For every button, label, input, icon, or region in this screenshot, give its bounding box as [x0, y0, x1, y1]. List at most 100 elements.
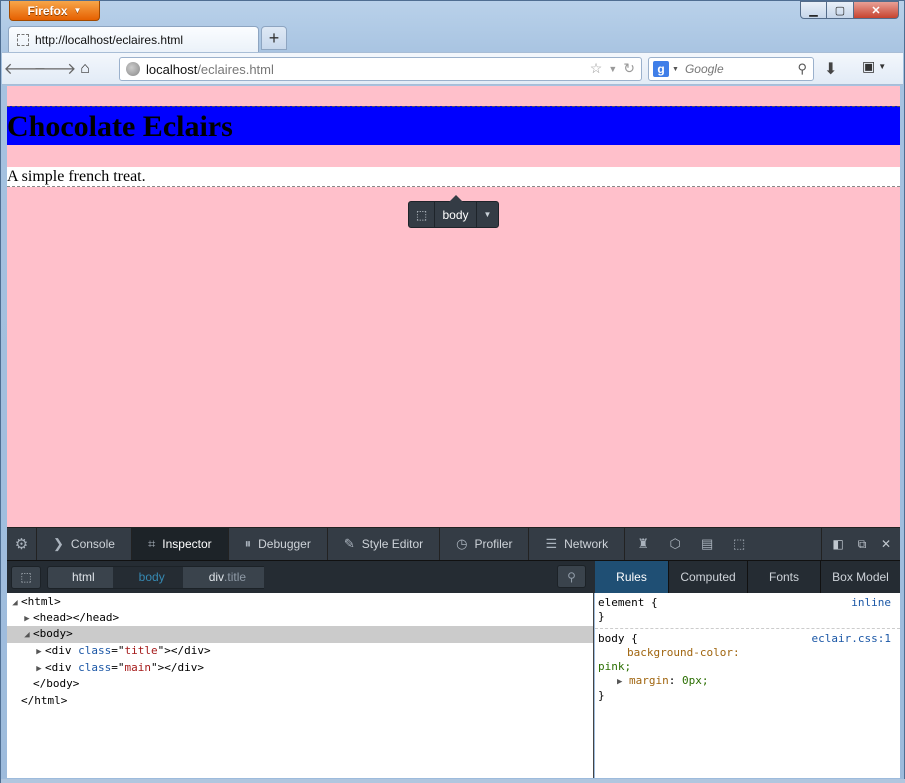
markup-attr: class: [78, 644, 112, 658]
breadcrumb: html body div .title: [47, 565, 265, 589]
gear-icon[interactable]: ⚙: [7, 528, 37, 560]
chevron-down-icon[interactable]: ▼: [476, 202, 498, 227]
style-editor-icon: ✎: [343, 536, 355, 551]
page-paragraph: A simple french treat.: [7, 168, 146, 185]
undock-window-icon[interactable]: ⧉: [852, 537, 872, 552]
node-picker-icon[interactable]: ⬚: [11, 565, 41, 589]
property-name[interactable]: margin: [629, 674, 669, 687]
markup-tag: </body>: [33, 677, 80, 691]
bookmark-star-icon[interactable]: ☆: [590, 60, 603, 78]
tab-fonts[interactable]: Fonts: [748, 561, 821, 593]
property-name[interactable]: background-color:: [627, 646, 740, 659]
dock-side-icon[interactable]: ◧: [828, 537, 848, 551]
tab-rules[interactable]: Rules: [595, 561, 669, 593]
globe-icon: [126, 62, 140, 76]
tab-inspector-label: Inspector: [162, 537, 212, 551]
close-devtools-icon[interactable]: ✕: [876, 537, 896, 551]
tab-network[interactable]: ☰ Network: [529, 528, 626, 560]
search-bar[interactable]: g ▼ Google ⚲: [648, 57, 814, 81]
property-value[interactable]: pink;: [598, 660, 631, 673]
markup-node-head[interactable]: ▶ <head></head>: [7, 610, 593, 627]
console-icon: ❯: [53, 536, 64, 551]
url-bar[interactable]: localhost /eclaires.html ☆ ▼ ↻: [119, 57, 642, 81]
markup-node-body[interactable]: ◢ <body>: [7, 626, 593, 644]
markup-node-html[interactable]: ◢ <html>: [7, 593, 593, 610]
search-icon[interactable]: ⚲: [557, 565, 586, 588]
google-engine-icon[interactable]: g: [653, 61, 669, 77]
breadcrumb-div-title[interactable]: div .title: [182, 565, 265, 589]
bookmarks-menu-button[interactable]: ▣ ▼: [862, 58, 886, 75]
firefox-menu-button[interactable]: Firefox ▼: [9, 1, 100, 21]
markup-tag: <body>: [33, 627, 73, 641]
paintflashing-broom-icon[interactable]: ♜: [627, 536, 659, 552]
browser-tab[interactable]: http://localhost/eclaires.html: [8, 26, 259, 53]
downloads-button[interactable]: ⬇: [824, 59, 837, 79]
tab-profiler-label: Profiler: [474, 537, 513, 551]
search-icon[interactable]: ⚲: [797, 61, 807, 77]
rule-source-link[interactable]: inline: [851, 596, 891, 610]
tab-profiler[interactable]: ◷ Profiler: [440, 528, 530, 560]
inspector-icon: ⌗: [147, 536, 156, 551]
tab-computed[interactable]: Computed: [669, 561, 748, 593]
main-div-highlight: A simple french treat.: [7, 167, 900, 187]
breadcrumb-body[interactable]: body: [112, 565, 183, 589]
rule-body: body { eclair.css:1 background-color: pi…: [595, 629, 900, 707]
rule-property-background[interactable]: background-color:: [598, 646, 897, 660]
rule-property-margin[interactable]: ▶ margin: 0px;: [598, 674, 897, 689]
close-button[interactable]: ✕: [854, 1, 899, 19]
plus-icon: +: [268, 27, 280, 48]
node-picker-icon[interactable]: ⬚: [409, 202, 435, 227]
twisty-closed-icon[interactable]: ▶: [617, 677, 622, 687]
twisty-open-icon[interactable]: ◢: [21, 627, 33, 644]
minimize-button[interactable]: ▁: [800, 1, 827, 19]
network-icon: ☰: [545, 536, 558, 551]
chevron-down-icon: ▼: [878, 62, 887, 71]
rule-close-brace: }: [598, 610, 605, 623]
history-dropdown-icon[interactable]: ▼: [608, 60, 617, 78]
maximize-button[interactable]: ▢: [827, 1, 854, 19]
markup-close-html: </html>: [7, 693, 593, 710]
rules-view: element { inline } body { eclair.css:1 b…: [595, 593, 900, 778]
twisty-closed-icon[interactable]: ▶: [33, 644, 45, 661]
devtools-command-buttons: ♜ ⬡ ▤ ⬚: [627, 528, 755, 560]
page-content: Chocolate Eclairs A simple french treat.…: [7, 86, 900, 527]
tab-console[interactable]: ❯ Console: [37, 528, 132, 560]
url-path: /eclaires.html: [197, 61, 274, 77]
download-arrow-icon: ⬇: [824, 61, 838, 78]
twisty-closed-icon[interactable]: ▶: [33, 661, 45, 678]
node-infobar: ⬚ body ▼: [408, 195, 499, 228]
new-tab-button[interactable]: +: [261, 26, 287, 50]
chevron-down-icon[interactable]: ▼: [672, 66, 679, 73]
chevron-down-icon: ▼: [73, 6, 82, 15]
markup-close-body: </body>: [7, 676, 593, 693]
tab-box-model[interactable]: Box Model: [821, 561, 900, 593]
markup-attr-value: title: [124, 644, 158, 658]
window-bottom-border: [1, 779, 905, 783]
firefox-menu-label: Firefox: [27, 3, 68, 18]
search-placeholder: Google: [684, 62, 724, 76]
property-value[interactable]: 0px;: [682, 674, 709, 687]
tab-label: http://localhost/eclaires.html: [35, 33, 184, 47]
twisty-closed-icon[interactable]: ▶: [21, 611, 33, 628]
3d-view-cube-icon[interactable]: ⬡: [659, 536, 691, 552]
devtools-window-controls: ◧ ⧉ ✕: [821, 528, 896, 560]
home-button[interactable]: ⌂: [70, 57, 100, 81]
tab-style-editor[interactable]: ✎ Style Editor: [328, 528, 441, 560]
reload-icon[interactable]: ↻: [623, 60, 635, 78]
forward-button[interactable]: 🡒: [34, 57, 77, 81]
markup-node-div-main[interactable]: ▶ <div class="main"></div>: [7, 660, 593, 677]
markup-tag: <html>: [21, 595, 61, 608]
markup-node-div-title[interactable]: ▶ <div class="title"></div>: [7, 643, 593, 660]
breadcrumb-label: html: [72, 570, 95, 584]
tab-style-editor-label: Style Editor: [361, 537, 424, 551]
scratchpad-icon[interactable]: ▤: [691, 536, 723, 552]
debugger-icon: ⏸: [244, 536, 252, 551]
tab-debugger[interactable]: ⏸ Debugger: [229, 528, 328, 560]
responsive-mode-icon[interactable]: ⬚: [723, 536, 755, 552]
rule-source-link[interactable]: eclair.css:1: [812, 632, 891, 646]
url-host: localhost: [146, 61, 198, 77]
breadcrumb-html[interactable]: html: [47, 565, 113, 589]
tab-debugger-label: Debugger: [258, 537, 311, 551]
tab-inspector[interactable]: ⌗ Inspector: [131, 528, 229, 560]
rule-value-background[interactable]: pink;: [598, 660, 897, 674]
